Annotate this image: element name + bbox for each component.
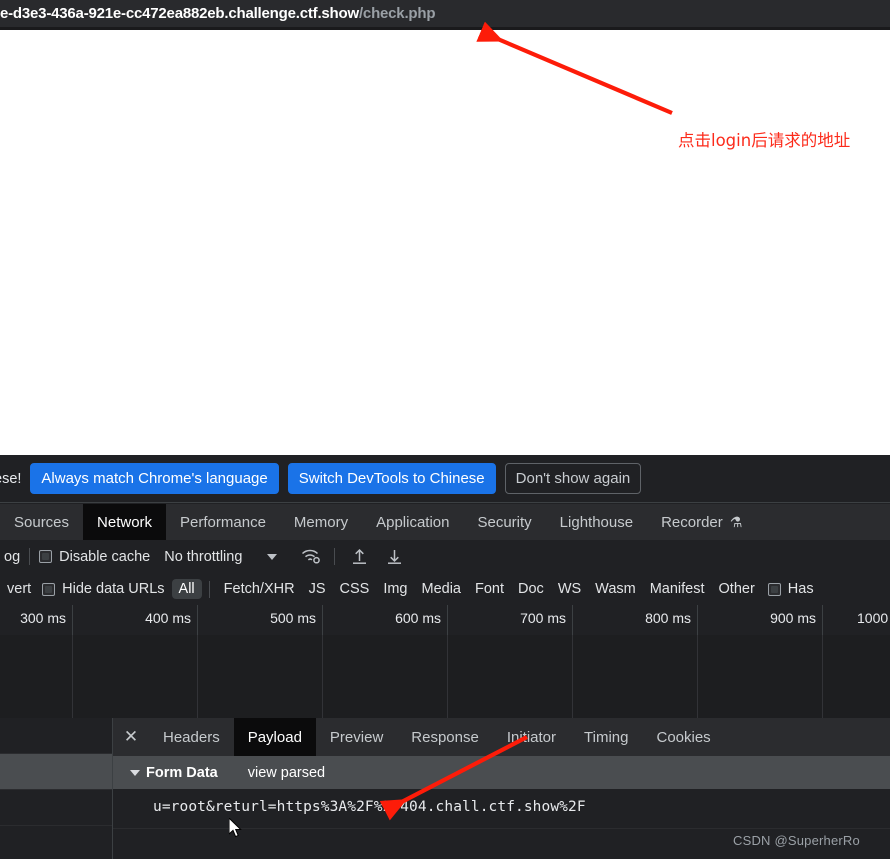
form-data-title: Form Data [146, 764, 218, 781]
devtools-language-banner: ese! Always match Chrome's language Swit… [0, 455, 890, 503]
chevron-down-icon[interactable] [267, 553, 278, 560]
tab-recorder[interactable]: Recorder ⚗ [647, 504, 756, 540]
filter-js[interactable]: JS [302, 579, 333, 599]
filter-doc[interactable]: Doc [511, 579, 551, 599]
disable-cache-label[interactable]: Disable cache [59, 549, 150, 565]
filter-media[interactable]: Media [415, 579, 469, 599]
filter-img[interactable]: Img [376, 579, 414, 599]
throttling-select-value[interactable]: No throttling [164, 549, 242, 565]
network-timeline-ruler: 300 ms 400 ms 500 ms 600 ms 700 ms 800 m… [0, 605, 890, 636]
filter-fetch-xhr[interactable]: Fetch/XHR [217, 579, 302, 599]
ruler-tick: 1000 [822, 605, 890, 635]
filter-manifest[interactable]: Manifest [643, 579, 712, 599]
subtab-preview[interactable]: Preview [316, 718, 397, 756]
waterfall-gridline [447, 635, 448, 718]
switch-devtools-chinese-button[interactable]: Switch DevTools to Chinese [287, 463, 496, 494]
ruler-tick-label: 1000 [857, 610, 889, 626]
subtab-cookies[interactable]: Cookies [642, 718, 724, 756]
ruler-tick: 700 ms [447, 605, 572, 635]
ruler-tick: 600 ms [322, 605, 447, 635]
form-data-section-header[interactable]: Form Data view parsed [113, 756, 890, 790]
filter-font[interactable]: Font [468, 579, 511, 599]
ruler-tick-label: 300 ms [20, 610, 66, 626]
chevron-down-icon[interactable] [130, 769, 140, 776]
invert-filter-label[interactable]: vert [0, 579, 38, 599]
blocked-cookies-label[interactable]: Has [788, 579, 821, 599]
dont-show-again-button[interactable]: Don't show again [504, 463, 642, 494]
page-viewport [0, 30, 890, 455]
preserve-log-label[interactable]: og [4, 549, 20, 565]
subtab-response[interactable]: Response [397, 718, 493, 756]
ruler-tick: 500 ms [197, 605, 322, 635]
flask-icon: ⚗ [729, 513, 743, 530]
request-detail-tabs: ✕ Headers Payload Preview Response Initi… [113, 718, 890, 757]
waterfall-gridline [697, 635, 698, 718]
export-har-icon[interactable] [385, 547, 404, 566]
table-row[interactable] [0, 718, 112, 754]
ruler-tick-label: 500 ms [270, 610, 316, 626]
form-data-value[interactable]: u=root&returl=https%3A%2F%2F404.chall.ct… [153, 799, 586, 815]
blocked-cookies-checkbox[interactable] [767, 582, 781, 596]
subtab-payload[interactable]: Payload [233, 718, 316, 756]
view-parsed-link[interactable]: view parsed [248, 765, 325, 781]
filter-all[interactable]: All [171, 579, 202, 599]
toolbar-divider-2 [334, 548, 336, 565]
mouse-cursor-icon [229, 818, 242, 838]
tab-application[interactable]: Application [362, 504, 463, 540]
screenshot-root: e-d3e3-436a-921e-cc472ea882eb.challenge.… [0, 0, 890, 859]
ruler-tick-label: 900 ms [770, 610, 816, 626]
filter-css[interactable]: CSS [333, 579, 377, 599]
ruler-tick: 800 ms [572, 605, 697, 635]
url-path-text: /check.php [358, 5, 436, 22]
tab-memory[interactable]: Memory [280, 504, 362, 540]
filter-ws[interactable]: WS [551, 579, 588, 599]
ruler-tick-label: 600 ms [395, 610, 441, 626]
always-match-language-button[interactable]: Always match Chrome's language [30, 463, 279, 494]
request-list[interactable] [0, 718, 113, 859]
close-icon[interactable]: ✕ [113, 718, 149, 756]
waterfall-gridline [197, 635, 198, 718]
filter-divider [208, 580, 210, 598]
disable-cache-checkbox[interactable] [39, 550, 53, 563]
waterfall-gridline [572, 635, 573, 718]
ruler-tick: 400 ms [72, 605, 197, 635]
tab-network[interactable]: Network [83, 504, 167, 540]
import-har-icon[interactable] [350, 547, 369, 566]
ruler-tick-label: 700 ms [520, 610, 566, 626]
tab-performance[interactable]: Performance [166, 504, 280, 540]
table-row[interactable] [0, 826, 112, 859]
ruler-tick-label: 800 ms [645, 610, 691, 626]
url-host-text: e-d3e3-436a-921e-cc472ea882eb.challenge.… [0, 5, 359, 22]
devtools-tab-strip: Sources Network Performance Memory Appli… [0, 504, 890, 541]
network-toolbar: og Disable cache No throttling [0, 540, 890, 574]
tab-sources[interactable]: Sources [0, 504, 83, 540]
toolbar-divider-1 [29, 548, 31, 565]
table-row[interactable] [0, 790, 112, 826]
tab-recorder-label: Recorder [661, 513, 723, 531]
devtools-panel: ese! Always match Chrome's language Swit… [0, 455, 890, 859]
language-banner-message: ese! [0, 470, 22, 487]
network-waterfall [0, 635, 890, 718]
waterfall-gridline [322, 635, 323, 718]
subtab-initiator[interactable]: Initiator [493, 718, 570, 756]
csdn-watermark: CSDN @SuperherRo [733, 833, 860, 848]
waterfall-gridline [822, 635, 823, 718]
wifi-settings-icon[interactable] [301, 548, 322, 565]
network-filter-bar: vert Hide data URLs All Fetch/XHR JS CSS… [0, 573, 890, 606]
annotation-top-text: 点击login后请求的地址 [678, 131, 851, 150]
hide-data-urls-checkbox[interactable] [42, 582, 56, 596]
table-row[interactable] [0, 754, 112, 790]
ruler-tick: 300 ms [0, 605, 72, 635]
filter-other[interactable]: Other [712, 579, 762, 599]
subtab-headers[interactable]: Headers [149, 718, 234, 756]
filter-wasm[interactable]: Wasm [588, 579, 643, 599]
ruler-tick: 900 ms [697, 605, 822, 635]
browser-url-bar[interactable]: e-d3e3-436a-921e-cc472ea882eb.challenge.… [0, 0, 890, 27]
hide-data-urls-label[interactable]: Hide data URLs [62, 579, 171, 599]
tab-lighthouse[interactable]: Lighthouse [546, 504, 647, 540]
ruler-tick-label: 400 ms [145, 610, 191, 626]
subtab-timing[interactable]: Timing [570, 718, 642, 756]
tab-security[interactable]: Security [463, 504, 545, 540]
waterfall-gridline [72, 635, 73, 718]
